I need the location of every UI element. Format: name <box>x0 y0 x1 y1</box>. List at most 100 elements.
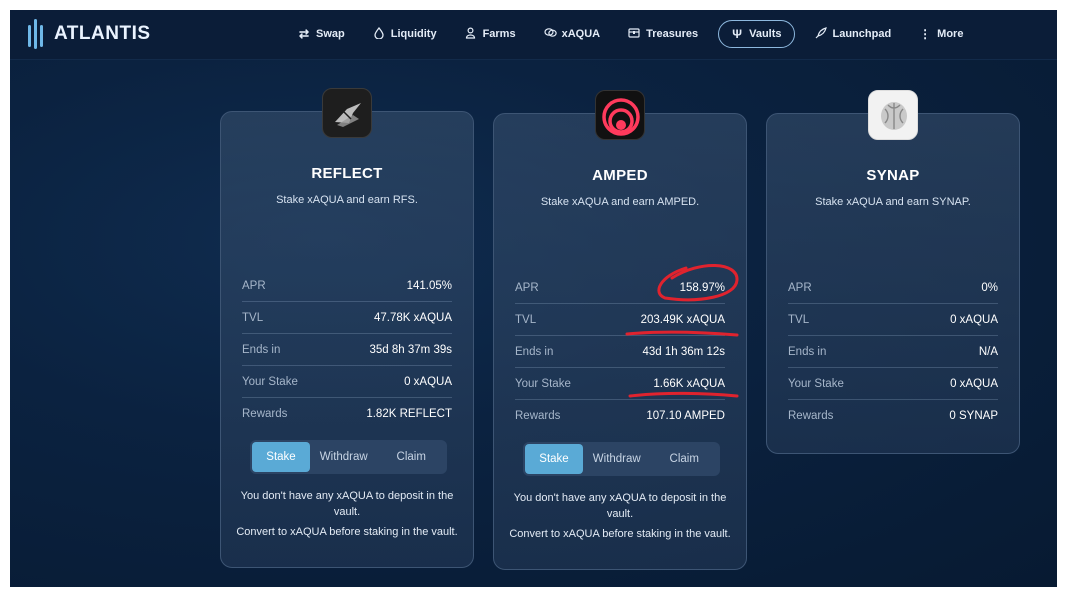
no-balance-message: You don't have any xAQUA to deposit in t… <box>240 490 454 518</box>
stat-label: APR <box>515 281 539 294</box>
vault-description: Stake xAQUA and earn RFS. <box>276 194 418 206</box>
nav-item-swap[interactable]: ⇄ Swap <box>290 20 353 48</box>
nav-item-treasures[interactable]: Treasures <box>620 20 706 48</box>
synap-token-icon <box>868 90 918 140</box>
nav-item-label: Launchpad <box>832 28 892 40</box>
nav-item-label: Treasures <box>646 28 699 40</box>
tab-claim[interactable]: Claim <box>651 444 719 474</box>
stat-row-stake: Your Stake 1.66K xAQUA <box>515 368 725 400</box>
droplet-icon <box>373 26 385 42</box>
atlantis-logo-icon <box>26 19 46 49</box>
tvl-value: 203.49K xAQUA <box>640 313 725 326</box>
stat-row-rewards: Rewards 0 SYNAP <box>788 400 998 432</box>
tab-stake[interactable]: Stake <box>252 442 310 472</box>
more-icon: ⋮ <box>919 27 932 41</box>
stat-label: Your Stake <box>788 377 844 390</box>
main-nav: ⇄ Swap Liquidity Farms xAQUA Treasures Ψ… <box>290 20 983 48</box>
nav-item-liquidity[interactable]: Liquidity <box>365 20 445 48</box>
stat-row-ends: Ends in 43d 1h 36m 12s <box>515 336 725 368</box>
tab-claim[interactable]: Claim <box>378 442 446 472</box>
convert-message: Convert to xAQUA before staking in the v… <box>509 528 731 540</box>
stat-label: TVL <box>788 313 810 326</box>
stat-label: Your Stake <box>242 375 298 388</box>
nav-item-label: Swap <box>316 28 345 40</box>
tab-withdraw[interactable]: Withdraw <box>583 444 651 474</box>
nav-item-label: Vaults <box>749 28 782 40</box>
stat-row-rewards: Rewards 107.10 AMPED <box>515 400 725 432</box>
vault-description: Stake xAQUA and earn AMPED. <box>540 196 700 208</box>
amped-token-icon <box>595 90 645 140</box>
stat-row-tvl: TVL 47.78K xAQUA <box>242 302 452 334</box>
stat-label: Ends in <box>242 343 281 356</box>
vault-stats: APR 141.05% TVL 47.78K xAQUA Ends in 35d 8h… <box>242 270 452 430</box>
stat-row-stake: Your Stake 0 xAQUA <box>788 368 998 400</box>
stat-label: Your Stake <box>515 377 571 390</box>
vault-card-synap: SYNAP Stake xAQUA and earn SYNAP. APR 0% … <box>766 90 1020 454</box>
vault-stats: APR 0% TVL 0 xAQUA Ends in N/A Your Stake 0 … <box>788 272 998 432</box>
your-stake-value: 0 xAQUA <box>950 377 998 390</box>
vault-stats: APR 158.97% TVL 203.49K xAQUA Ends in 43d 1… <box>515 272 725 432</box>
vault-description: Stake xAQUA and earn SYNAP. <box>815 196 971 208</box>
rewards-value: 107.10 AMPED <box>646 410 725 422</box>
vault-card-amped: AMPED Stake xAQUA and earn AMPED. APR 158… <box>493 90 747 570</box>
reflect-token-icon <box>322 88 372 138</box>
app-window: ATLANTIS ⇄ Swap Liquidity Farms xAQUA Tr… <box>10 10 1057 587</box>
coins-icon <box>543 27 557 41</box>
deposit-notice: You don't have any xAQUA to deposit in t… <box>235 488 459 544</box>
nav-item-label: xAQUA <box>561 28 601 40</box>
stat-row-apr: APR 141.05% <box>242 270 452 302</box>
stat-row-ends: Ends in N/A <box>788 336 998 368</box>
farm-icon <box>465 26 477 42</box>
nav-item-xaqua[interactable]: xAQUA <box>536 20 609 48</box>
stat-label: Ends in <box>788 345 827 358</box>
stat-label: Rewards <box>515 410 561 422</box>
vault-title: AMPED <box>592 167 648 184</box>
stat-row-ends: Ends in 35d 8h 37m 39s <box>242 334 452 366</box>
stat-label: Ends in <box>515 345 554 358</box>
tab-stake[interactable]: Stake <box>525 444 583 474</box>
your-stake-value: 0 xAQUA <box>404 375 452 388</box>
tvl-value: 47.78K xAQUA <box>374 311 452 324</box>
rocket-icon <box>815 26 827 42</box>
stat-label: APR <box>242 279 266 292</box>
stat-row-stake: Your Stake 0 xAQUA <box>242 366 452 398</box>
ends-in-value: 43d 1h 36m 12s <box>642 345 725 358</box>
deposit-notice: You don't have any xAQUA to deposit in t… <box>508 490 732 546</box>
tvl-value: 0 xAQUA <box>950 313 998 326</box>
vault-title: SYNAP <box>866 167 920 184</box>
vault-action-tabs: Stake Withdraw Claim <box>250 440 447 474</box>
apr-value: 158.97% <box>679 281 725 294</box>
no-balance-message: You don't have any xAQUA to deposit in t… <box>513 492 727 520</box>
nav-item-vaults[interactable]: Ψ Vaults <box>718 20 795 48</box>
vault-action-tabs: Stake Withdraw Claim <box>523 442 720 476</box>
convert-message: Convert to xAQUA before staking in the v… <box>236 526 458 538</box>
vault-card-reflect: REFLECT Stake xAQUA and earn RFS. APR 141… <box>220 88 474 568</box>
swap-icon: ⇄ <box>298 27 310 41</box>
brand-name: ATLANTIS <box>54 23 151 44</box>
ends-in-value: N/A <box>978 345 998 358</box>
apr-value: 141.05% <box>406 279 452 292</box>
stat-row-tvl: TVL 0 xAQUA <box>788 304 998 336</box>
stat-row-apr: APR 0% <box>788 272 998 304</box>
stat-label: Rewards <box>788 410 834 422</box>
nav-item-label: Liquidity <box>390 28 437 40</box>
rewards-value: 0 SYNAP <box>949 410 998 422</box>
stat-label: TVL <box>515 313 537 326</box>
vault-title: REFLECT <box>311 165 383 182</box>
nav-item-farms[interactable]: Farms <box>457 20 524 48</box>
stat-row-apr: APR 158.97% <box>515 272 725 304</box>
apr-value: 0% <box>981 281 998 294</box>
stat-row-rewards: Rewards 1.82K REFLECT <box>242 398 452 430</box>
nav-item-launchpad[interactable]: Launchpad <box>807 20 900 48</box>
nav-item-more[interactable]: ⋮ More <box>911 20 971 48</box>
top-navigation-bar: ATLANTIS ⇄ Swap Liquidity Farms xAQUA Tr… <box>10 10 1057 60</box>
tab-withdraw[interactable]: Withdraw <box>310 442 378 472</box>
nav-item-label: More <box>937 28 964 40</box>
stat-label: Rewards <box>242 408 288 420</box>
your-stake-value: 1.66K xAQUA <box>653 377 725 390</box>
stat-row-tvl: TVL 203.49K xAQUA <box>515 304 725 336</box>
brand-logo[interactable]: ATLANTIS <box>26 19 151 49</box>
ends-in-value: 35d 8h 37m 39s <box>369 343 452 356</box>
stat-label: TVL <box>242 311 264 324</box>
trident-icon: Ψ <box>732 27 742 41</box>
